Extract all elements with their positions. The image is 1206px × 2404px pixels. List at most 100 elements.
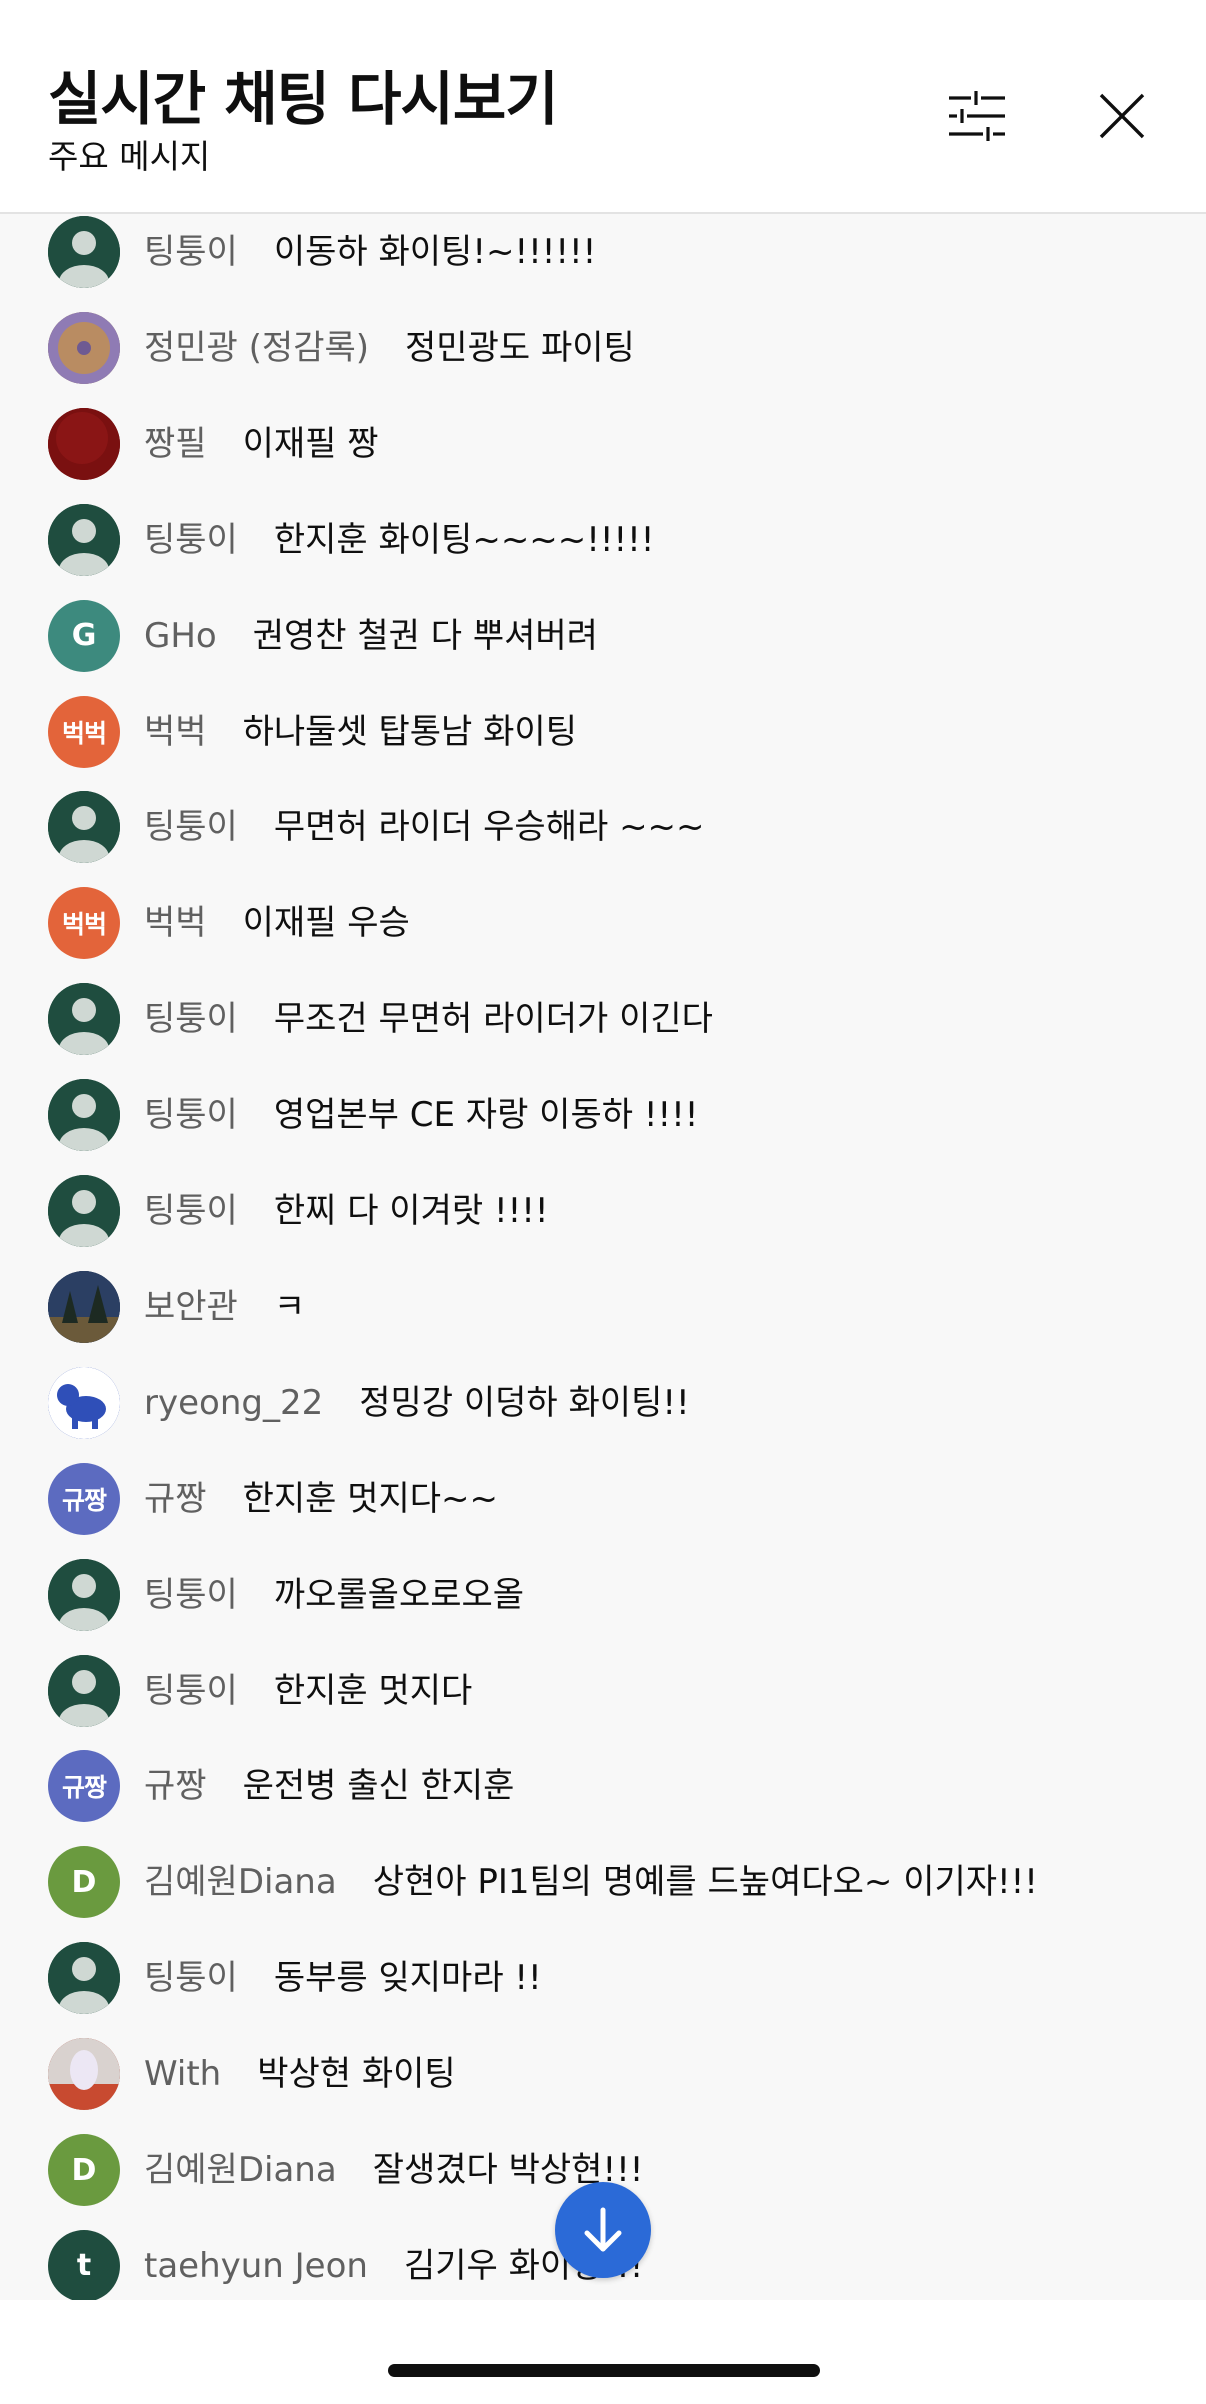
message-content: 김예원Diana 상현아 PI1팀의 명예를 드높여다오~ 이기자!!! xyxy=(144,1860,1038,1904)
message-author[interactable]: 팅퉁이 xyxy=(144,1958,238,1998)
close-icon xyxy=(1099,93,1145,139)
message-content: 짱필 이재필 짱 xyxy=(144,422,379,466)
avatar[interactable] xyxy=(48,1175,120,1247)
chat-message-row[interactable]: 규짱 규짱 한지훈 멋지다~~ xyxy=(0,1451,1206,1547)
avatar[interactable]: G xyxy=(48,599,120,672)
message-text: 한지훈 화이팅~~~~!!!!! xyxy=(273,519,655,560)
chat-message-row[interactable]: D 김예원Diana 상현아 PI1팀의 명예를 드높여다오~ 이기자!!! xyxy=(0,1834,1206,1930)
chat-message-row[interactable]: 팅퉁이 한지훈 화이팅~~~~!!!!! xyxy=(0,492,1206,588)
avatar[interactable]: D xyxy=(48,2134,120,2206)
message-author[interactable]: GHo xyxy=(144,616,217,656)
chat-message-row[interactable]: 정민광 (정감록) 정민광도 파이팅 xyxy=(0,300,1206,396)
avatar-initial: 벅벅 xyxy=(61,718,107,748)
message-author[interactable]: With xyxy=(144,2054,221,2094)
chat-message-row[interactable]: 팅퉁이 무면허 라이더 우승해라 ~~~ xyxy=(0,779,1206,875)
avatar[interactable]: 벅벅 xyxy=(48,695,120,768)
home-indicator xyxy=(388,2364,820,2377)
chat-message-row[interactable]: 팅퉁이 한지훈 멋지다 xyxy=(0,1643,1206,1739)
message-text: 무면허 라이더 우승해라 ~~~ xyxy=(273,807,705,848)
avatar[interactable] xyxy=(48,1654,120,1727)
message-author[interactable]: 벅벅 xyxy=(144,903,207,943)
message-content: 팅퉁이 동부릉 잊지마라 !! xyxy=(144,1956,542,2000)
chat-message-row[interactable]: G GHo 권영찬 철권 다 뿌셔버려 xyxy=(0,588,1206,684)
scroll-to-bottom-button[interactable] xyxy=(555,2182,651,2278)
message-author[interactable]: ryeong_22 xyxy=(144,1383,323,1423)
avatar-initial: 벅벅 xyxy=(61,910,107,940)
avatar[interactable] xyxy=(48,503,120,576)
message-content: 팅퉁이 무조건 무면허 라이더가 이긴다 xyxy=(144,997,713,1041)
chat-message-row[interactable]: 팅퉁이 이동하 화이팅!~!!!!!! xyxy=(0,214,1206,300)
avatar[interactable]: 규짱 xyxy=(48,1750,120,1823)
message-author[interactable]: 팅퉁이 xyxy=(144,1095,238,1135)
avatar[interactable]: 규짱 xyxy=(48,1462,120,1535)
avatar-initial: 규짱 xyxy=(61,1773,107,1803)
chat-message-row[interactable]: 보안관 ㅋ xyxy=(0,1259,1206,1355)
message-text: 까오롤올오로오올 xyxy=(273,1574,525,1615)
live-chat-replay-panel: 실시간 채팅 다시보기 주요 메시지 팅퉁이 이동하 화이팅!~!!!!!! 정… xyxy=(0,0,1206,2404)
message-author[interactable]: 보안관 xyxy=(144,1287,238,1327)
message-author[interactable]: 규짱 xyxy=(144,1479,207,1519)
message-text: 박상현 화이팅 xyxy=(257,2054,456,2095)
chat-message-row[interactable]: 벅벅 벅벅 이재필 우승 xyxy=(0,875,1206,971)
avatar[interactable] xyxy=(48,2038,120,2111)
avatar[interactable] xyxy=(48,311,120,384)
chat-message-row[interactable]: 팅퉁이 한찌 다 이겨랏 !!!! xyxy=(0,1163,1206,1259)
message-content: With 박상현 화이팅 xyxy=(144,2052,456,2096)
avatar[interactable]: 벅벅 xyxy=(48,887,120,960)
message-author[interactable]: 팅퉁이 xyxy=(144,232,238,272)
message-text: 영업본부 CE 자랑 이동하 !!!! xyxy=(273,1095,699,1136)
avatar[interactable] xyxy=(48,1558,120,1631)
message-author[interactable]: taehyun Jeon xyxy=(144,2246,368,2286)
message-content: 규짱 한지훈 멋지다~~ xyxy=(144,1477,498,1521)
chat-message-row[interactable]: 팅퉁이 까오롤올오로오올 xyxy=(0,1547,1206,1643)
avatar[interactable] xyxy=(48,1942,120,2015)
message-author[interactable]: 팅퉁이 xyxy=(144,807,238,847)
arrow-down-icon xyxy=(584,2207,622,2252)
message-author[interactable]: 벅벅 xyxy=(144,712,207,752)
message-author[interactable]: 김예원Diana xyxy=(144,2150,337,2190)
avatar[interactable] xyxy=(48,791,120,864)
message-text: 이재필 짱 xyxy=(242,423,379,464)
chat-message-row[interactable]: 벅벅 벅벅 하나둘셋 탑통남 화이팅 xyxy=(0,684,1206,780)
chat-message-row[interactable]: 팅퉁이 무조건 무면허 라이더가 이긴다 xyxy=(0,971,1206,1067)
message-content: 팅퉁이 이동하 화이팅!~!!!!!! xyxy=(144,230,596,274)
chat-message-row[interactable]: 규짱 규짱 운전병 출신 한지훈 xyxy=(0,1738,1206,1834)
chat-message-row[interactable]: ryeong_22 정밍강 이덩하 화이팅!! xyxy=(0,1355,1206,1451)
chat-message-row[interactable]: With 박상현 화이팅 xyxy=(0,2026,1206,2122)
chat-message-row[interactable]: 짱필 이재필 짱 xyxy=(0,396,1206,492)
avatar-initial: 규짱 xyxy=(61,1485,107,1515)
avatar[interactable] xyxy=(48,1270,120,1343)
avatar-initial: D xyxy=(71,2152,97,2188)
avatar[interactable] xyxy=(48,1366,120,1439)
close-button[interactable] xyxy=(1082,76,1162,156)
chat-message-row[interactable]: 팅퉁이 영업본부 CE 자랑 이동하 !!!! xyxy=(0,1067,1206,1163)
message-author[interactable]: 김예원Diana xyxy=(144,1862,337,1902)
message-text: ㅋ xyxy=(273,1286,306,1327)
chat-message-list[interactable]: 팅퉁이 이동하 화이팅!~!!!!!! 정민광 (정감록) 정민광도 파이팅짱필 이재필… xyxy=(0,214,1206,2300)
message-author[interactable]: 정민광 (정감록) xyxy=(144,328,369,368)
message-text: 권영찬 철권 다 뿌셔버려 xyxy=(252,615,598,656)
message-content: GHo 권영찬 철권 다 뿌셔버려 xyxy=(144,614,598,658)
avatar[interactable] xyxy=(48,1079,120,1152)
message-author[interactable]: 팅퉁이 xyxy=(144,1575,238,1615)
message-author[interactable]: 팅퉁이 xyxy=(144,1191,238,1231)
chat-message-row[interactable]: 팅퉁이 동부릉 잊지마라 !! xyxy=(0,1930,1206,2026)
avatar[interactable] xyxy=(48,983,120,1056)
message-author[interactable]: 팅퉁이 xyxy=(144,1671,238,1711)
sliders-icon xyxy=(949,91,1005,141)
avatar[interactable]: D xyxy=(48,1846,120,1919)
filter-button[interactable] xyxy=(937,76,1017,156)
chat-mode-dropdown[interactable]: 주요 메시지 xyxy=(48,130,210,178)
avatar[interactable]: t xyxy=(48,2229,120,2300)
avatar[interactable] xyxy=(48,407,120,480)
message-content: 팅퉁이 영업본부 CE 자랑 이동하 !!!! xyxy=(144,1093,698,1137)
message-author[interactable]: 규짱 xyxy=(144,1766,207,1806)
avatar[interactable] xyxy=(48,216,120,288)
message-author[interactable]: 팅퉁이 xyxy=(144,999,238,1039)
message-content: ryeong_22 정밍강 이덩하 화이팅!! xyxy=(144,1381,690,1425)
message-content: 팅퉁이 한지훈 화이팅~~~~!!!!! xyxy=(144,518,654,562)
message-author[interactable]: 짱필 xyxy=(144,424,207,464)
message-text: 운전병 출신 한지훈 xyxy=(242,1766,515,1807)
message-text: 한지훈 멋지다~~ xyxy=(242,1478,499,1519)
message-author[interactable]: 팅퉁이 xyxy=(144,520,238,560)
